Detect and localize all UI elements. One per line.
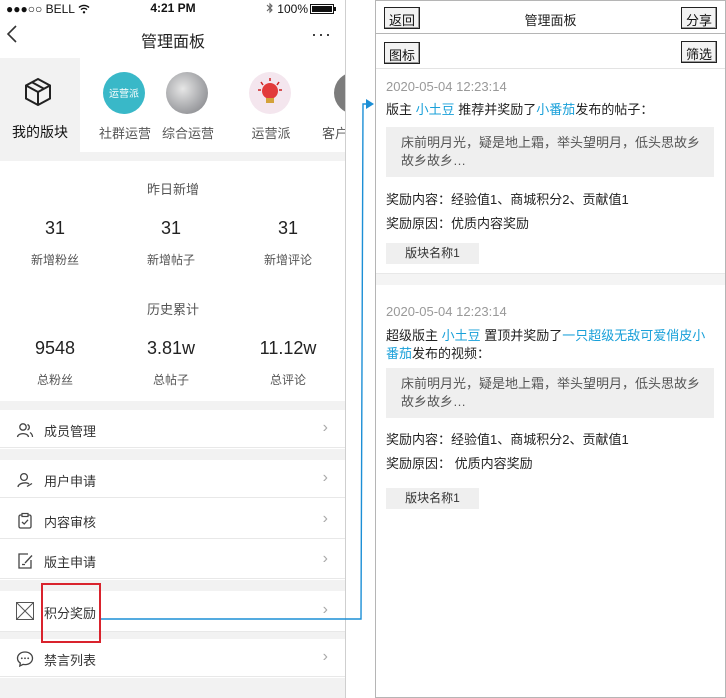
- block-label: 运营派: [251, 126, 291, 141]
- chat-bubble-icon: [16, 651, 34, 668]
- nav-bar: 管理面板 ···: [0, 20, 345, 56]
- wireframe-title: 管理面板: [524, 13, 577, 28]
- my-block-label: 我的版块: [12, 124, 68, 140]
- stat-total-comments: 11.12w 总评论: [259, 338, 317, 387]
- chevron-right-icon: ›: [322, 648, 328, 665]
- menu-item-members[interactable]: 成员管理 ›: [0, 410, 345, 448]
- block-label: 客户: [322, 126, 346, 141]
- block-avatar: [334, 72, 345, 114]
- image-placeholder-icon: [16, 602, 34, 620]
- stat-total-posts: 3.81w 总帖子: [146, 338, 196, 387]
- page-title: 管理面板: [140, 34, 205, 51]
- stat-new-fans: 31 新增粉丝: [30, 218, 79, 267]
- reward-reason: 奖励原因：优质内容奖励: [386, 216, 530, 231]
- menu-item-moderator-apply[interactable]: 版主申请 ›: [0, 541, 345, 579]
- lightbulb-icon: [258, 78, 282, 103]
- block-item-ops[interactable]: 运营派: [231, 58, 311, 152]
- battery-icon: [310, 4, 336, 14]
- clipboard-check-icon: [18, 512, 32, 529]
- user-link[interactable]: 小土豆: [416, 102, 455, 117]
- block-avatar: [166, 72, 208, 114]
- wireframe-toolbar: 图标 筛选: [376, 36, 725, 69]
- bluetooth-icon: [266, 2, 273, 14]
- phone-screen: ●●●○○ BELL 4:21 PM 100% 管理面板 ··· 我的版块 运营…: [0, 0, 346, 698]
- wireframe-top-bar: 返回 管理面板 分享: [376, 1, 725, 34]
- reward-content: 奖励内容：经验值1、商城积分2、贡献值1: [386, 192, 629, 207]
- reward-reason: 奖励原因： 优质内容奖励: [386, 456, 533, 471]
- users-icon: [16, 423, 34, 438]
- target-user-link[interactable]: 小番茄: [536, 102, 575, 117]
- status-bar: ●●●○○ BELL 4:21 PM 100%: [0, 0, 345, 18]
- block-avatar: [249, 72, 291, 114]
- edit-document-icon: [18, 553, 33, 569]
- stats-yesterday-title: 昨日新增: [146, 182, 199, 197]
- my-block-tab[interactable]: 我的版块: [0, 58, 80, 152]
- block-avatar-text: 运营派: [109, 89, 139, 100]
- divider: [0, 449, 345, 460]
- user-apply-icon: [17, 472, 33, 488]
- post-time: 2020-05-04 12:23:14: [386, 79, 507, 94]
- wireframe-panel: 返回 管理面板 分享 图标 筛选 2020-05-04 12:23:14 版主 …: [375, 0, 726, 698]
- block-item-customer[interactable]: 客户: [316, 58, 346, 152]
- chevron-right-icon: ›: [322, 601, 328, 618]
- stat-new-posts: 31 新增帖子: [146, 218, 195, 267]
- chevron-right-icon: ›: [322, 550, 328, 567]
- stat-total-fans: 9548 总粉丝: [34, 338, 76, 387]
- block-avatar: 运营派: [103, 72, 145, 114]
- user-link[interactable]: 小土豆: [442, 328, 481, 343]
- reward-content: 奖励内容：经验值1、商城积分2、贡献值1: [386, 432, 629, 447]
- post-time: 2020-05-04 12:23:14: [386, 304, 507, 319]
- battery-status: 100%: [266, 2, 336, 16]
- post-summary: 版主 小土豆 推荐并奖励了小番茄发布的帖子：: [386, 102, 654, 117]
- menu-item-user-apply[interactable]: 用户申请 ›: [0, 460, 345, 498]
- menu-item-content-review[interactable]: 内容审核 ›: [0, 501, 345, 539]
- menu-label: 禁言列表: [44, 653, 97, 668]
- block-item-general[interactable]: 综合运营: [148, 58, 228, 152]
- chevron-right-icon: ›: [322, 469, 328, 486]
- block-tag[interactable]: 版块名称1: [386, 488, 479, 509]
- legend-button[interactable]: 图标: [384, 42, 421, 64]
- stat-new-comments: 31 新增评论: [263, 218, 312, 267]
- menu-item-ban-list[interactable]: 禁言列表 ›: [0, 639, 345, 677]
- divider: [0, 152, 345, 161]
- post-quote[interactable]: 床前明月光，疑是地上霜，举头望明月，低头思故乡故乡故乡…: [386, 368, 714, 418]
- post-quote[interactable]: 床前明月光，疑是地上霜，举头望明月，低头思故乡故乡故乡…: [386, 127, 714, 177]
- block-label: 综合运营: [161, 126, 214, 141]
- menu-label: 用户申请: [44, 474, 97, 489]
- stats-history-title: 历史累计: [146, 302, 199, 317]
- filter-button[interactable]: 筛选: [680, 41, 717, 63]
- divider: [0, 401, 345, 410]
- post-summary: 超级版主 小土豆 置顶并奖励了一只超级无敌可爱俏皮小番茄发布的视频：: [386, 328, 706, 361]
- chevron-right-icon: ›: [322, 510, 328, 527]
- chevron-right-icon: ›: [322, 419, 328, 436]
- reward-card: 2020-05-04 12:23:14 版主 小土豆 推荐并奖励了小番茄发布的帖…: [376, 69, 725, 273]
- menu-label: 成员管理: [44, 424, 97, 439]
- reward-card: 2020-05-04 12:23:14 超级版主 小土豆 置顶并奖励了一只超级无…: [376, 285, 725, 515]
- share-button[interactable]: 分享: [680, 7, 717, 29]
- highlight-box: [41, 583, 101, 643]
- menu-label: 版主申请: [44, 555, 97, 570]
- menu-label: 内容审核: [44, 515, 97, 530]
- cube-icon: [25, 77, 51, 107]
- divider: [0, 678, 345, 698]
- block-tag[interactable]: 版块名称1: [386, 243, 479, 264]
- card-separator: [376, 273, 725, 285]
- block-switcher: 我的版块 运营派 社群运营 综合运营 运营派 客户: [0, 58, 346, 152]
- more-icon[interactable]: ···: [311, 24, 332, 45]
